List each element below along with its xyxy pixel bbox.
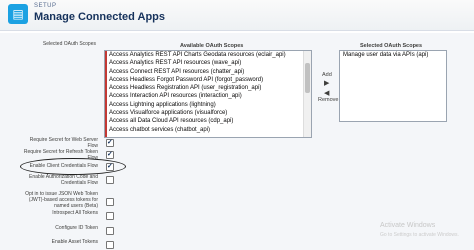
- app-manager-icon: ▤: [8, 4, 28, 24]
- scope-item[interactable]: Access all Data Cloud API resources (cdp…: [105, 117, 311, 125]
- authorization-code-flow-checkbox[interactable]: [106, 176, 114, 184]
- available-scopes-list[interactable]: Access Analytics REST API Charts Geodata…: [104, 50, 312, 138]
- highlight-annotation: [20, 158, 126, 175]
- scope-item[interactable]: Access Analytics REST API Charts Geodata…: [105, 51, 311, 59]
- option-label: Introspect All Tokens: [52, 210, 98, 216]
- required-indicator: [105, 51, 107, 137]
- refresh-token-flow-checkbox[interactable]: [106, 150, 114, 159]
- scope-item[interactable]: Access Visualforce applications (visualf…: [105, 109, 311, 117]
- option-label: Enable Asset Tokens: [51, 239, 98, 245]
- remove-arrow-icon[interactable]: ◀: [324, 89, 329, 97]
- scrollbar-thumb[interactable]: [305, 63, 310, 93]
- add-button[interactable]: Add: [322, 72, 332, 78]
- option-label: Configure ID Token: [55, 225, 98, 231]
- list-scrollbar[interactable]: [303, 51, 311, 137]
- available-scopes-heading: Available OAuth Scopes: [180, 43, 244, 49]
- selected-scope-item[interactable]: Manage user data via APIs (api): [340, 51, 446, 59]
- page-header: ▤ SETUP Manage Connected Apps: [0, 0, 474, 31]
- introspect-tokens-checkbox[interactable]: [106, 212, 114, 220]
- page-title: Manage Connected Apps: [34, 11, 165, 23]
- breadcrumb: SETUP: [34, 3, 57, 9]
- option-label: Require Secret for Web Server Flow: [29, 137, 98, 149]
- scope-item[interactable]: Access Headless Registration API (user_r…: [105, 84, 311, 92]
- activation-watermark-subtext: Go to Settings to activate Windows.: [380, 232, 459, 238]
- configure-id-token-checkbox[interactable]: [106, 227, 114, 235]
- scope-item[interactable]: Access Lightning applications (lightning…: [105, 101, 311, 109]
- add-arrow-icon[interactable]: ▶: [324, 79, 329, 87]
- scope-item[interactable]: Access Interaction API resources (intera…: [105, 92, 311, 100]
- selected-scopes-list[interactable]: Manage user data via APIs (api): [339, 50, 447, 122]
- web-server-flow-checkbox[interactable]: [106, 138, 114, 147]
- scope-item[interactable]: Access chatbot services (chatbot_api): [105, 126, 311, 134]
- asset-tokens-checkbox[interactable]: [106, 241, 114, 249]
- selected-oauth-scopes-label: Selected OAuth Scopes: [42, 41, 96, 47]
- remove-button[interactable]: Remove: [318, 97, 338, 103]
- scope-item[interactable]: Access Analytics REST API resources (wav…: [105, 59, 311, 67]
- jwt-access-tokens-checkbox[interactable]: [106, 198, 114, 206]
- selected-scopes-heading: Selected OAuth Scopes: [360, 43, 423, 49]
- option-label: Enable Authorization Code and Credential…: [29, 174, 98, 186]
- option-label: Opt in to issue JSON Web Token (JWT)-bas…: [25, 191, 98, 209]
- scope-item[interactable]: Access Headless Forgot Password API (for…: [105, 76, 311, 84]
- scope-item[interactable]: Access Connect REST API resources (chatt…: [105, 68, 311, 76]
- activation-watermark: Activate Windows: [380, 222, 436, 229]
